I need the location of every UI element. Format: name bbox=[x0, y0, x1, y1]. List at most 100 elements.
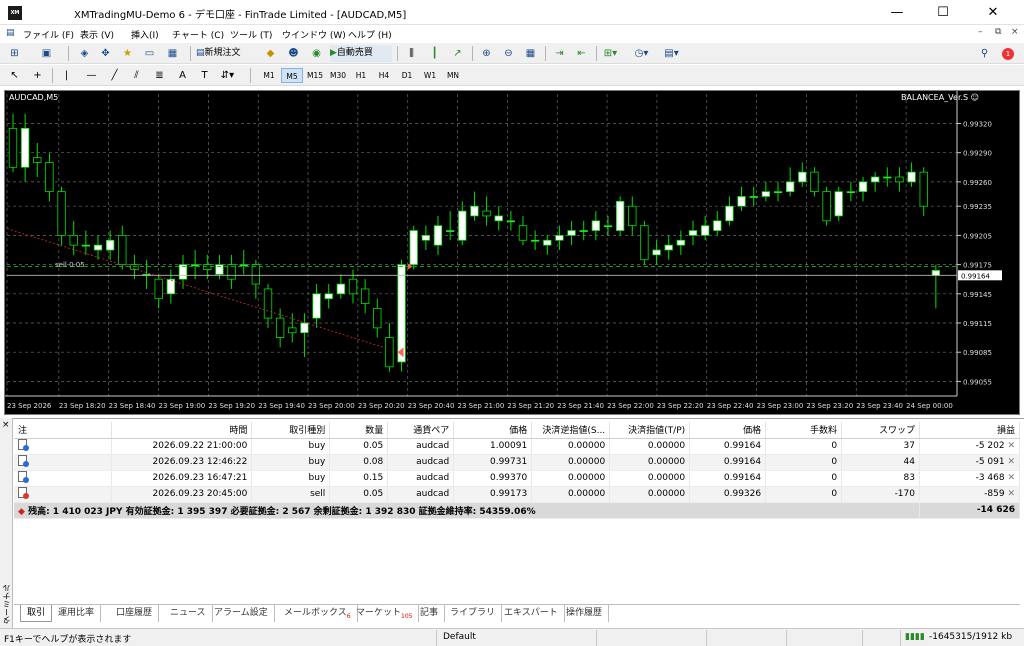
candle-body bbox=[530, 239, 540, 242]
chart-shift-icon[interactable]: ⇤ bbox=[573, 45, 590, 62]
autoscroll-icon[interactable]: ⇥ bbox=[551, 45, 568, 62]
new-chart-icon[interactable]: ⊞ bbox=[6, 45, 23, 62]
user-icon[interactable]: ☻ bbox=[285, 45, 302, 62]
timeframe-d1[interactable]: D1 bbox=[396, 68, 418, 83]
profiles-icon[interactable]: ▣ bbox=[38, 45, 55, 62]
col-profit[interactable]: 損益 bbox=[919, 422, 1020, 439]
timeframe-m1[interactable]: M1 bbox=[258, 68, 280, 83]
menu-chart[interactable]: チャート (C) bbox=[172, 28, 224, 41]
menu-tools[interactable]: ツール (T) bbox=[230, 28, 272, 41]
mdi-restore-icon[interactable]: ⧉ bbox=[995, 27, 1001, 37]
terminal-icon[interactable]: ▭ bbox=[141, 45, 158, 62]
tab-3[interactable]: ニュース bbox=[164, 605, 213, 622]
table-row[interactable]: 2026.09.23 20:45:00 sell 0.05 audcad 0.99173… bbox=[14, 486, 1020, 503]
line-chart-icon[interactable]: ↗ bbox=[449, 45, 466, 62]
menu-view[interactable]: 表示 (V) bbox=[80, 28, 114, 41]
table-row[interactable]: 2026.09.22 21:00:00 buy 0.05 audcad 1.00091 0… bbox=[14, 438, 1020, 455]
auto-trading-button[interactable]: ▶自動売買 bbox=[330, 45, 392, 62]
candle-body bbox=[93, 244, 103, 251]
text-icon[interactable]: A bbox=[174, 67, 191, 84]
periods-icon[interactable]: ◷▾ bbox=[633, 45, 650, 62]
menu-insert[interactable]: 挿入(I) bbox=[131, 28, 159, 41]
minimize-button[interactable]: — bbox=[874, 0, 920, 25]
tab-10[interactable]: 操作履歴 bbox=[560, 605, 610, 622]
horizontal-line-icon[interactable]: — bbox=[83, 67, 100, 84]
mdi-close-icon[interactable]: × bbox=[1011, 27, 1019, 37]
menu-window[interactable]: ウインドウ (W) bbox=[282, 28, 346, 41]
y-tick-label: 0.99085 bbox=[963, 349, 992, 357]
tab-4[interactable]: アラーム設定 bbox=[208, 605, 275, 622]
timeframe-h1[interactable]: H1 bbox=[350, 68, 372, 83]
col-open-price[interactable]: 価格 bbox=[453, 422, 533, 439]
trendline-icon[interactable]: ╱ bbox=[106, 67, 123, 84]
col-symbol[interactable]: 通貨ペア bbox=[387, 422, 455, 439]
maximize-button[interactable]: ☐ bbox=[920, 0, 966, 25]
tab-6[interactable]: マーケット105 bbox=[350, 605, 420, 622]
close-order-icon[interactable]: ✕ bbox=[1005, 473, 1015, 483]
menu-help[interactable]: ヘルプ (H) bbox=[348, 28, 392, 41]
timeframe-m30[interactable]: M30 bbox=[327, 68, 349, 83]
col-sl[interactable]: 決済逆指値(S... bbox=[531, 422, 611, 439]
timeframe-w1[interactable]: W1 bbox=[419, 68, 441, 83]
table-row[interactable]: 2026.09.23 16:47:21 buy 0.15 audcad 0.99370 0… bbox=[14, 470, 1020, 487]
col-time[interactable]: 時間 bbox=[111, 422, 253, 439]
market-watch-icon[interactable]: ◈ bbox=[76, 45, 93, 62]
tab-0[interactable]: 取引 bbox=[20, 605, 53, 622]
templates-icon[interactable]: ▤▾ bbox=[663, 45, 680, 62]
mdi-minimize-icon[interactable]: – bbox=[978, 27, 983, 37]
label-icon[interactable]: T bbox=[196, 67, 213, 84]
crosshair-icon[interactable]: + bbox=[29, 67, 46, 84]
zoom-in-icon[interactable]: ⊕ bbox=[478, 45, 495, 62]
cursor-icon[interactable]: ↖ bbox=[6, 67, 23, 84]
timeframe-mn[interactable]: MN bbox=[442, 68, 464, 83]
search-icon[interactable]: ⚲ bbox=[976, 45, 993, 62]
candlestick-chart[interactable]: 0.99164 0.993200.992900.992600.992350.99… bbox=[5, 91, 1019, 414]
tab-1[interactable]: 運用比率 bbox=[52, 605, 102, 622]
close-order-icon[interactable]: ✕ bbox=[1005, 457, 1015, 467]
price-chart[interactable]: 0.99164 0.99320 0.99290 0.99260 0.99235 0.99… bbox=[4, 90, 1020, 415]
new-order-label: 新規注文 bbox=[204, 48, 241, 58]
channel-icon[interactable]: ⫽ bbox=[128, 67, 145, 84]
fibonacci-icon[interactable]: ≣ bbox=[151, 67, 168, 84]
close-order-icon[interactable]: ✕ bbox=[1005, 441, 1015, 451]
notifications-icon[interactable]: 1 bbox=[998, 45, 1018, 62]
vertical-line-icon[interactable]: | bbox=[58, 67, 75, 84]
close-order-icon[interactable]: ✕ bbox=[1005, 489, 1015, 499]
col-type[interactable]: 取引種別 bbox=[251, 422, 331, 439]
tab-badge: 105 bbox=[401, 612, 413, 620]
terminal-close-icon[interactable]: × bbox=[2, 420, 10, 430]
signals-icon[interactable]: ◉ bbox=[308, 45, 325, 62]
timeframe-m5[interactable]: M5 bbox=[281, 68, 303, 83]
navigator-icon[interactable]: ★ bbox=[119, 45, 136, 62]
tab-8[interactable]: ライブラリ bbox=[444, 605, 503, 622]
y-tick-label: 0.99320 bbox=[963, 120, 992, 128]
cell: 0.00000 bbox=[609, 438, 691, 455]
arrows-icon[interactable]: ⇵▾ bbox=[219, 67, 236, 84]
col-order[interactable]: 注 bbox=[14, 422, 113, 439]
tab-7[interactable]: 記事 bbox=[414, 605, 446, 622]
strategy-tester-icon[interactable]: ▦ bbox=[164, 45, 181, 62]
tile-windows-icon[interactable]: ▦ bbox=[522, 45, 539, 62]
col-volume[interactable]: 数量 bbox=[329, 422, 389, 439]
col-swap[interactable]: スワップ bbox=[841, 422, 920, 439]
close-button[interactable]: ✕ bbox=[970, 0, 1016, 25]
new-order-button[interactable]: ▤新規注文 bbox=[196, 45, 256, 62]
col-price[interactable]: 価格 bbox=[689, 422, 767, 439]
timeframe-h4[interactable]: H4 bbox=[373, 68, 395, 83]
candle-body bbox=[640, 225, 649, 261]
timeframe-m15[interactable]: M15 bbox=[304, 68, 326, 83]
col-tp[interactable]: 決済指値(T/P) bbox=[609, 422, 691, 439]
candlestick-icon[interactable]: ┃ bbox=[426, 45, 443, 62]
table-row[interactable]: 2026.09.23 12:46:22 buy 0.08 audcad 0.99731 0… bbox=[14, 454, 1020, 471]
chart-window-icon[interactable]: ▤ bbox=[6, 28, 15, 38]
tab-5[interactable]: メールボックス6 bbox=[278, 605, 358, 622]
tab-9[interactable]: エキスパート bbox=[498, 605, 565, 622]
indicators-icon[interactable]: ⊞▾ bbox=[602, 45, 619, 62]
tab-2[interactable]: 口座履歴 bbox=[110, 605, 160, 622]
col-commission[interactable]: 手数料 bbox=[765, 422, 843, 439]
menu-file[interactable]: ファイル (F) bbox=[23, 28, 74, 41]
data-window-icon[interactable]: ✥ bbox=[97, 45, 114, 62]
meta-editor-icon[interactable]: ◆ bbox=[262, 45, 279, 62]
zoom-out-icon[interactable]: ⊖ bbox=[500, 45, 517, 62]
bar-chart-icon[interactable]: ⫼ bbox=[403, 45, 420, 62]
